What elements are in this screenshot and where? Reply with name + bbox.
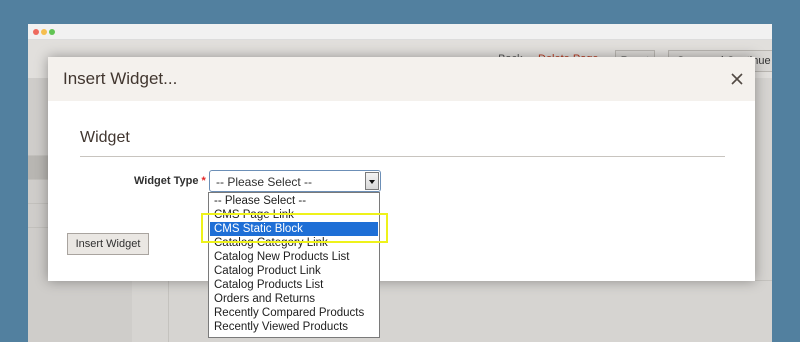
close-window-dot[interactable] [33,29,39,35]
dropdown-option[interactable]: Catalog Category Link [210,236,378,250]
dropdown-option[interactable]: Catalog Products List [210,278,378,292]
dropdown-option[interactable]: Catalog New Products List [210,250,378,264]
minimize-window-dot[interactable] [41,29,47,35]
chevron-down-icon[interactable] [365,172,379,190]
content-divider [168,280,169,342]
close-icon[interactable] [728,70,746,88]
widget-type-dropdown[interactable]: -- Please Select -- CMS Page Link CMS St… [208,192,380,338]
dropdown-option[interactable]: Orders and Returns [210,292,378,306]
widget-type-label: Widget Type * [134,175,206,187]
dropdown-option[interactable]: Recently Viewed Products [210,320,378,334]
dropdown-option[interactable]: Catalog Product Link [210,264,378,278]
modal-title: Insert Widget... [63,69,178,88]
window-titlebar [28,24,772,40]
section-divider [80,156,725,157]
dropdown-option-selected[interactable]: CMS Static Block [210,222,378,236]
dropdown-option[interactable]: -- Please Select -- [210,194,378,208]
maximize-window-dot[interactable] [49,29,55,35]
dropdown-option[interactable]: Recently Compared Products [210,306,378,320]
required-marker: * [201,175,206,187]
insert-widget-modal: Insert Widget... Widget Widget Type * -- … [48,57,755,281]
modal-header: Insert Widget... [48,57,755,101]
dropdown-option[interactable]: CMS Page Link [210,208,378,222]
widget-type-select[interactable]: -- Please Select -- [209,170,381,192]
select-value: -- Please Select -- [216,175,313,189]
section-title: Widget [80,129,130,146]
insert-widget-button[interactable]: Insert Widget [67,233,149,255]
